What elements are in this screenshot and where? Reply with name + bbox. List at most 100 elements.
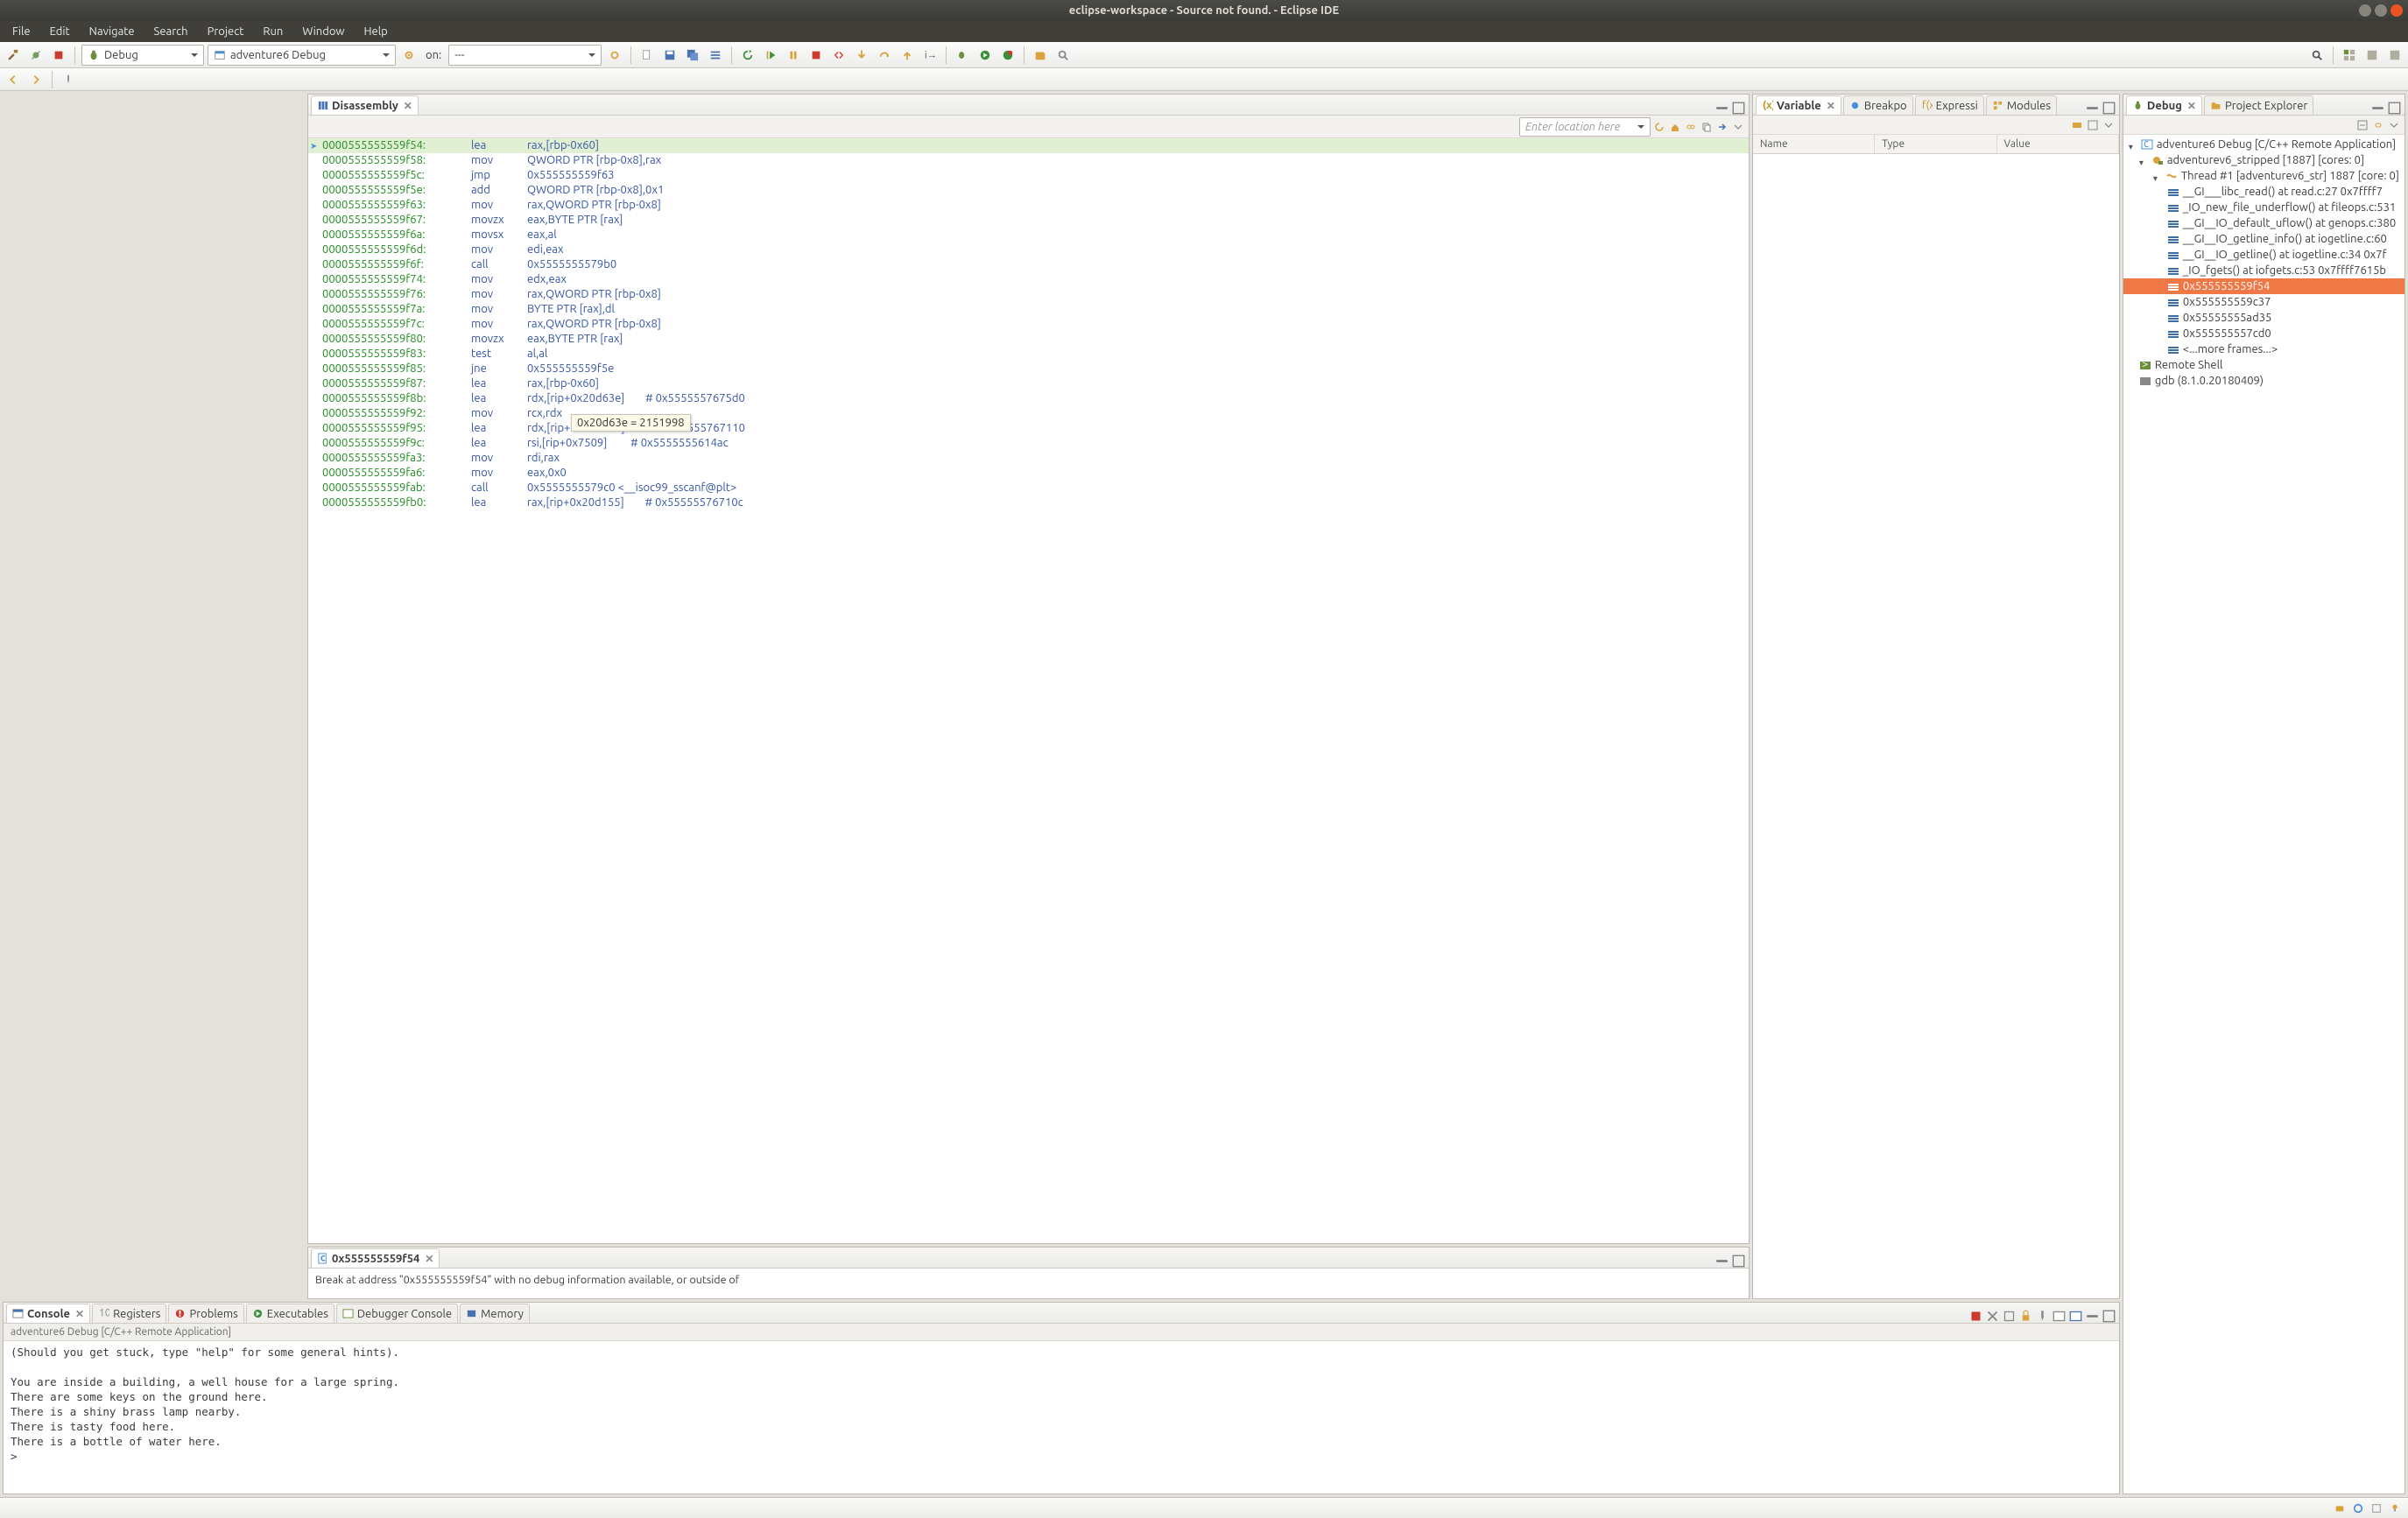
remove-launch-icon[interactable] — [1986, 1310, 1999, 1323]
menu-help[interactable]: Help — [356, 24, 397, 39]
perspective-debug-icon[interactable] — [2340, 46, 2359, 65]
disasm-row[interactable]: 0000555555559f5c:jmp0x555555559f63 — [308, 168, 1749, 183]
goto-icon[interactable] — [1715, 120, 1729, 134]
disasm-row[interactable]: 0000555555559f92:movrcx,rdx — [308, 406, 1749, 421]
perspective-other-icon[interactable] — [2385, 46, 2404, 65]
col-type[interactable]: Type — [1875, 135, 1996, 153]
maximize-view-icon[interactable] — [2388, 102, 2401, 115]
maximize-view-icon[interactable] — [1732, 1254, 1745, 1268]
maximize-view-icon[interactable] — [1732, 102, 1745, 115]
collapse-all-icon[interactable] — [2355, 118, 2369, 132]
debug-tree-body[interactable]: cadventure6 Debug [C/C++ Remote Applicat… — [2123, 135, 2404, 1493]
collapse-all-icon[interactable] — [2086, 118, 2100, 132]
status-overview-icon[interactable] — [2369, 1500, 2384, 1516]
disasm-row[interactable]: 0000555555559f63:movrax,QWORD PTR [rbp-0… — [308, 198, 1749, 213]
window-minimize-button[interactable] — [2359, 4, 2371, 17]
search-icon[interactable] — [1053, 46, 1073, 65]
location-input[interactable]: Enter location here — [1519, 117, 1651, 137]
debug-view-menu-icon[interactable] — [2387, 118, 2401, 132]
disasm-row[interactable]: 0000555555559f80:movzxeax,BYTE PTR [rax] — [308, 332, 1749, 347]
home-icon[interactable] — [1668, 120, 1682, 134]
menu-project[interactable]: Project — [199, 24, 253, 39]
tab-expressions[interactable]: f(x)Expressi — [1915, 95, 1984, 115]
tab-disassembly[interactable]: Disassembly ✕ — [311, 95, 419, 115]
disasm-row[interactable]: 0000555555559fa3:movrdi,rax — [308, 451, 1749, 466]
console-body[interactable]: (Should you get stuck, type "help" for s… — [4, 1341, 2119, 1493]
tab-debugger-console[interactable]: Debugger Console — [336, 1304, 458, 1323]
profile-dropdown-icon[interactable] — [998, 46, 1017, 65]
tab-variables[interactable]: (x)=Variable✕ — [1756, 95, 1841, 115]
disasm-row[interactable]: 0000555555559f67:movzxeax,BYTE PTR [rax] — [308, 213, 1749, 228]
open-console-icon[interactable] — [2069, 1310, 2082, 1323]
resume-icon[interactable] — [761, 46, 780, 65]
tab-executables[interactable]: Executables — [246, 1304, 334, 1323]
stack-frame-more[interactable]: <...more frames...> — [2123, 341, 2404, 357]
menu-run[interactable]: Run — [254, 24, 292, 39]
link-icon[interactable] — [2371, 118, 2385, 132]
refresh-icon[interactable] — [1652, 120, 1666, 134]
close-icon[interactable]: ✕ — [75, 1308, 84, 1320]
show-type-icon[interactable] — [2070, 118, 2084, 132]
tab-console[interactable]: Console✕ — [6, 1304, 90, 1323]
view-menu-icon[interactable] — [2102, 118, 2116, 132]
menu-file[interactable]: File — [4, 24, 39, 39]
maximize-view-icon[interactable] — [2102, 102, 2116, 115]
scroll-lock-icon[interactable] — [2019, 1310, 2032, 1323]
disconnect-icon[interactable] — [829, 46, 848, 65]
pin-editor-icon[interactable] — [59, 70, 78, 89]
stack-frame[interactable]: __GI__IO_default_uflow() at genops.c:380 — [2123, 215, 2404, 231]
terminate-icon-2[interactable] — [806, 46, 826, 65]
debug-tree-process[interactable]: adventurev6_stripped [1887] [cores: 0] — [2123, 152, 2404, 168]
window-close-button[interactable] — [2390, 4, 2403, 17]
disasm-row[interactable]: 0000555555559f76:movrax,QWORD PTR [rbp-0… — [308, 287, 1749, 302]
link-icon[interactable] — [1684, 120, 1698, 134]
status-updates-icon[interactable] — [2332, 1500, 2348, 1516]
launch-mode-combo[interactable]: Debug — [81, 45, 204, 66]
clear-console-icon[interactable] — [2003, 1310, 2016, 1323]
disassembly-body[interactable]: 0000555555559f54:learax,[rbp-0x60] 000055… — [308, 138, 1749, 1243]
close-icon[interactable]: ✕ — [2187, 100, 2196, 112]
col-name[interactable]: Name — [1753, 135, 1875, 153]
disasm-row[interactable]: 0000555555559f85:jne0x555555559f5e — [308, 362, 1749, 376]
toggle-breadcrumb-icon[interactable] — [706, 46, 725, 65]
disasm-row[interactable]: 0000555555559f5e:addQWORD PTR [rbp-0x8],… — [308, 183, 1749, 198]
tab-memory[interactable]: Memory — [460, 1304, 530, 1323]
target-gear-icon[interactable] — [605, 46, 624, 65]
tab-breakpoints[interactable]: Breakpo — [1843, 95, 1913, 115]
disasm-row[interactable]: 0000555555559f9c:learsi,[rip+0x7509] # 0… — [308, 436, 1749, 451]
disasm-row[interactable]: 0000555555559f83:testal,al — [308, 347, 1749, 362]
disasm-row[interactable]: 0000555555559f6a:movsxeax,al — [308, 228, 1749, 242]
disasm-row[interactable]: 0000555555559f7c:movrax,QWORD PTR [rbp-0… — [308, 317, 1749, 332]
minimize-view-icon[interactable] — [2086, 1310, 2099, 1323]
disasm-row[interactable]: 0000555555559fa6:moveax,0x0 — [308, 466, 1749, 481]
debug-tree-root[interactable]: cadventure6 Debug [C/C++ Remote Applicat… — [2123, 137, 2404, 152]
view-menu-icon[interactable] — [1731, 120, 1745, 134]
status-sync-icon[interactable] — [2350, 1500, 2366, 1516]
open-type-icon[interactable] — [1031, 46, 1050, 65]
variables-body[interactable] — [1753, 154, 2119, 1298]
menu-window[interactable]: Window — [293, 24, 353, 39]
stack-frame[interactable]: 0x55555555ad35 — [2123, 310, 2404, 326]
disasm-row[interactable]: 0000555555559f87:learax,[rbp-0x60] — [308, 376, 1749, 391]
stack-frame[interactable]: __GI__IO_getline_info() at iogetline.c:6… — [2123, 231, 2404, 247]
stack-frame[interactable]: 0x555555557cd0 — [2123, 326, 2404, 341]
minimize-view-icon[interactable] — [1715, 1254, 1729, 1268]
disasm-row[interactable]: 0000555555559f54:learax,[rbp-0x60] — [308, 138, 1749, 153]
display-selected-console-icon[interactable] — [2052, 1310, 2066, 1323]
launch-config-combo[interactable]: adventure6 Debug — [208, 45, 396, 66]
stack-frame[interactable]: __GI___libc_read() at read.c:27 0x7ffff7 — [2123, 184, 2404, 200]
tab-problems[interactable]: Problems — [168, 1304, 243, 1323]
perspective-c-icon[interactable] — [2362, 46, 2382, 65]
save-icon[interactable] — [660, 46, 679, 65]
status-tip-icon[interactable] — [2387, 1500, 2403, 1516]
terminate-icon[interactable] — [49, 46, 68, 65]
disasm-row[interactable]: 0000555555559f8b:leardx,[rip+0x20d63e] #… — [308, 391, 1749, 406]
close-icon[interactable]: ✕ — [404, 100, 412, 112]
maximize-view-icon[interactable] — [2102, 1310, 2116, 1323]
restart-icon[interactable] — [738, 46, 757, 65]
close-icon[interactable]: ✕ — [425, 1253, 433, 1265]
step-return-icon[interactable] — [898, 46, 917, 65]
debug-tree-thread[interactable]: Thread #1 [adventurev6_str] 1887 [core: … — [2123, 168, 2404, 184]
suspend-icon[interactable] — [784, 46, 803, 65]
step-over-icon[interactable] — [875, 46, 894, 65]
